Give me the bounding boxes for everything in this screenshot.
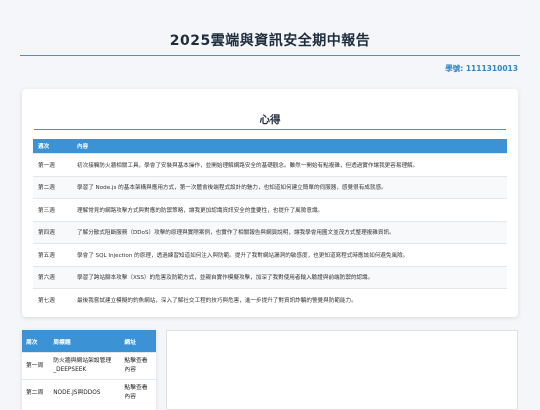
table-row: 第二周 NODE.JS與DDOS 點擊查看內容: [22, 379, 156, 406]
content-cell: 理解常見的網路攻擊方式與對應的防禦策略，讓我更加認識資訊安全的重要性，也提升了風…: [72, 198, 507, 221]
title-cell: NODE.JS與DDOS: [49, 379, 121, 406]
week-cell: 第七週: [33, 288, 72, 311]
column-header-week: 周次: [22, 330, 50, 353]
view-content-link[interactable]: 點擊查看內容: [120, 379, 156, 406]
title-cell: 防火牆與網站架設管理_DEEPSEEK: [49, 352, 121, 380]
weekly-links-table: 周次 周標題 網址 第一周 防火牆與網站架設管理_DEEPSEEK 點擊查看內容…: [22, 330, 156, 406]
page-title: 2025雲端與資訊安全期中報告: [169, 33, 371, 49]
week-cell: 第五週: [33, 243, 72, 266]
table-row: 第七週 最後我嘗試建立模擬的釣魚網站，深入了解社交工程的技巧與危害，進一步提升了…: [33, 288, 507, 311]
reflection-table: 週次 內容 第一週 初次接觸防火牆相關工具，學會了安裝與基本操作，並開始理解網路…: [33, 139, 507, 311]
content-cell: 初次接觸防火牆相關工具，學會了安裝與基本操作，並開始理解網路安全的基礎觀念。雖然…: [72, 153, 507, 176]
content-cell: 了解分散式阻斷服務（DDoS）攻擊的原理與實際案例，也實作了相關報告與網頁說明，…: [72, 220, 507, 244]
table-row: 第六週 學習了跨站腳本攻擊（XSS）的危害及防範方式，並親自實作模擬攻擊，加深了…: [33, 265, 507, 289]
table-row: 第三週 理解常見的網路攻擊方式與對應的防禦策略，讓我更加認識資訊安全的重要性，也…: [33, 198, 507, 221]
week-cell: 第六週: [33, 265, 72, 289]
content-cell: 學習了跨站腳本攻擊（XSS）的危害及防範方式，並親自實作模擬攻擊，加深了我對使用…: [72, 265, 507, 289]
reflection-heading: 心得: [259, 114, 281, 126]
weekly-links-panel: 周次 周標題 網址 第一周 防火牆與網站架設管理_DEEPSEEK 點擊查看內容…: [22, 330, 156, 410]
week-cell: 第三週: [33, 198, 72, 221]
title-divider: [20, 55, 520, 56]
content-cell: 學習了 Node.js 的基本架構與應用方式，第一次體會後端程式設計的魅力，也知…: [72, 175, 507, 199]
week-cell: 第四週: [33, 220, 72, 244]
table-row: 第五週 學會了 SQL Injection 的原理，透過練習知道如何注入與防範。…: [33, 243, 507, 266]
column-header-week: 週次: [33, 139, 72, 154]
week-cell: 第二周: [22, 379, 50, 406]
reflection-divider: [34, 129, 506, 130]
column-header-link: 網址: [120, 330, 156, 353]
table-row: 第四週 了解分散式阻斷服務（DDoS）攻擊的原理與實際案例，也實作了相關報告與網…: [33, 220, 507, 244]
table-row: 第二週 學習了 Node.js 的基本架構與應用方式，第一次體會後端程式設計的魅…: [33, 175, 507, 199]
week-cell: 第二週: [33, 175, 72, 199]
column-header-content: 內容: [72, 139, 507, 154]
week-cell: 第一周: [22, 352, 50, 380]
week-cell: 第一週: [33, 153, 72, 176]
reflection-card: 心得 週次 內容 第一週 初次接觸防火牆相關工具，學會了安裝與基本操作，並開始理…: [22, 89, 518, 317]
table-row: 第一週 初次接觸防火牆相關工具，學會了安裝與基本操作，並開始理解網路安全的基礎觀…: [33, 153, 507, 176]
content-cell: 最後我嘗試建立模擬的釣魚網站，深入了解社交工程的技巧與危害，進一步提升了對資訊詐…: [72, 288, 507, 311]
student-id: 學號: 1111310013: [445, 64, 518, 73]
table-row: 第一周 防火牆與網站架設管理_DEEPSEEK 點擊查看內容: [22, 352, 156, 380]
column-header-title: 周標題: [49, 330, 121, 353]
table-header-row: 週次 內容: [33, 139, 507, 154]
view-content-link[interactable]: 點擊查看內容: [120, 352, 156, 380]
links-header-row: 周次 周標題 網址: [22, 330, 156, 353]
content-cell: 學會了 SQL Injection 的原理，透過練習知道如何注入與防範。提升了我…: [72, 243, 507, 266]
content-preview-panel: [166, 330, 518, 410]
